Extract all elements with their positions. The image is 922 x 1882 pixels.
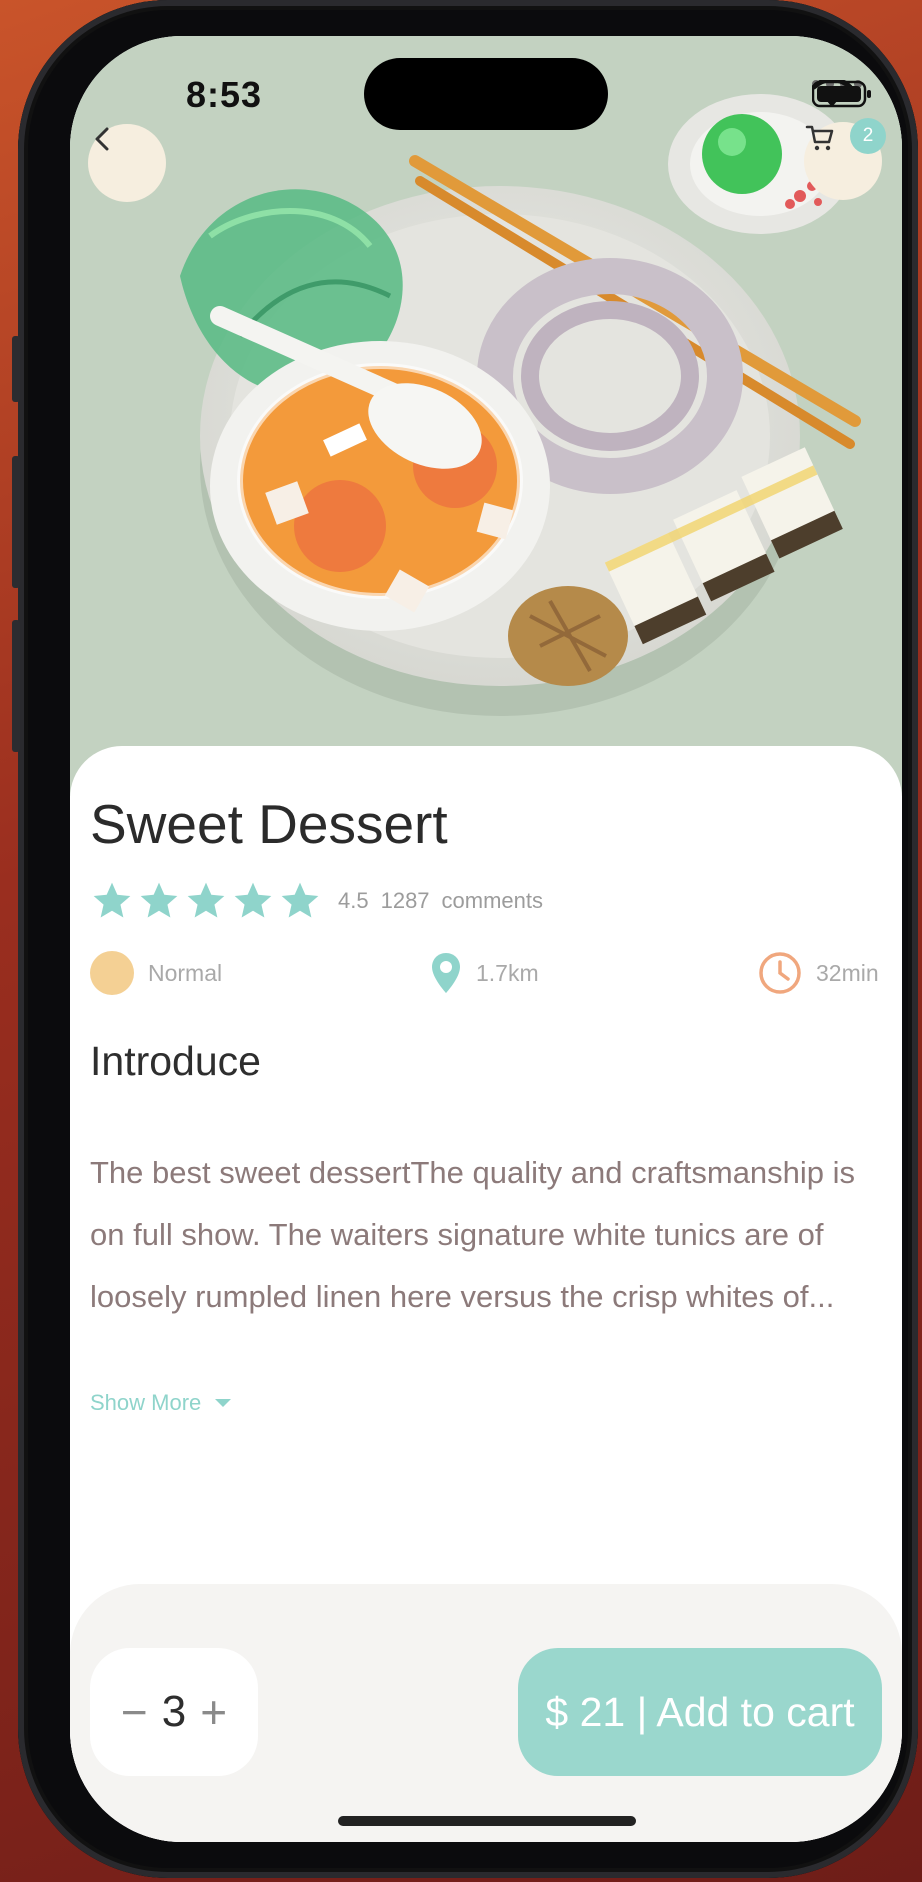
duration-info: 32min [758, 946, 879, 1000]
battery-icon [812, 80, 871, 108]
volume-down-button [12, 620, 20, 752]
comments-label[interactable]: comments [442, 888, 543, 914]
clock-icon [759, 952, 801, 994]
home-indicator [338, 1816, 636, 1826]
cart-count-badge: 2 [850, 118, 886, 154]
add-to-cart-button[interactable]: $ 21 | Add to cart [518, 1648, 882, 1776]
show-more-button[interactable]: Show More [90, 1390, 233, 1416]
cart-bottom-bar: − 3 + $ 21 | Add to cart [70, 1584, 902, 1842]
show-more-label: Show More [90, 1390, 202, 1415]
dessert-illustration [70, 36, 902, 796]
dynamic-island [364, 58, 608, 130]
quantity-stepper: − 3 + [90, 1648, 258, 1776]
quantity-value: 3 [161, 1687, 187, 1736]
introduce-heading: Introduce [90, 1038, 261, 1084]
back-button[interactable] [88, 124, 166, 202]
increase-quantity-button[interactable]: + [200, 1689, 227, 1735]
product-description: The best sweet dessertThe quality and cr… [90, 1155, 856, 1314]
star-icon [140, 882, 178, 918]
rating-stars [90, 879, 322, 923]
cart-button[interactable]: 2 [804, 118, 886, 200]
caret-down-icon [215, 1399, 232, 1407]
star-icon [234, 882, 272, 918]
distance-label: 1.7km [476, 959, 539, 986]
product-hero-image: 8:53 2 [70, 36, 902, 796]
product-title: Sweet Dessert [90, 793, 448, 855]
phone-frame: 8:53 2 Sweet Dessert 4.5 1287 comments N… [12, 0, 918, 1878]
rating-row: 4.5 1287 comments [90, 876, 555, 926]
location-pin-icon [432, 953, 460, 993]
decrease-quantity-button[interactable]: − [121, 1689, 148, 1735]
duration-label: 32min [816, 959, 879, 986]
app-screen: 8:53 2 Sweet Dessert 4.5 1287 comments N… [70, 36, 902, 1842]
difficulty-dot-icon [90, 951, 134, 995]
product-meta-row: Normal 1.7km 32min [90, 946, 890, 1000]
distance-info: 1.7km [430, 946, 539, 1000]
chevron-left-icon [95, 127, 109, 151]
rating-value: 4.5 [338, 888, 369, 913]
difficulty-info: Normal [90, 946, 222, 1000]
comments-count: 1287 [380, 888, 430, 913]
mute-switch [12, 336, 20, 402]
difficulty-label: Normal [148, 959, 223, 986]
star-icon [93, 882, 131, 918]
star-icon [187, 882, 225, 918]
status-time: 8:53 [186, 74, 263, 115]
status-icons [812, 80, 871, 108]
shopping-cart-icon [805, 125, 834, 151]
volume-up-button [12, 456, 20, 588]
status-bar: 8:53 [70, 36, 902, 146]
star-icon [281, 882, 319, 918]
